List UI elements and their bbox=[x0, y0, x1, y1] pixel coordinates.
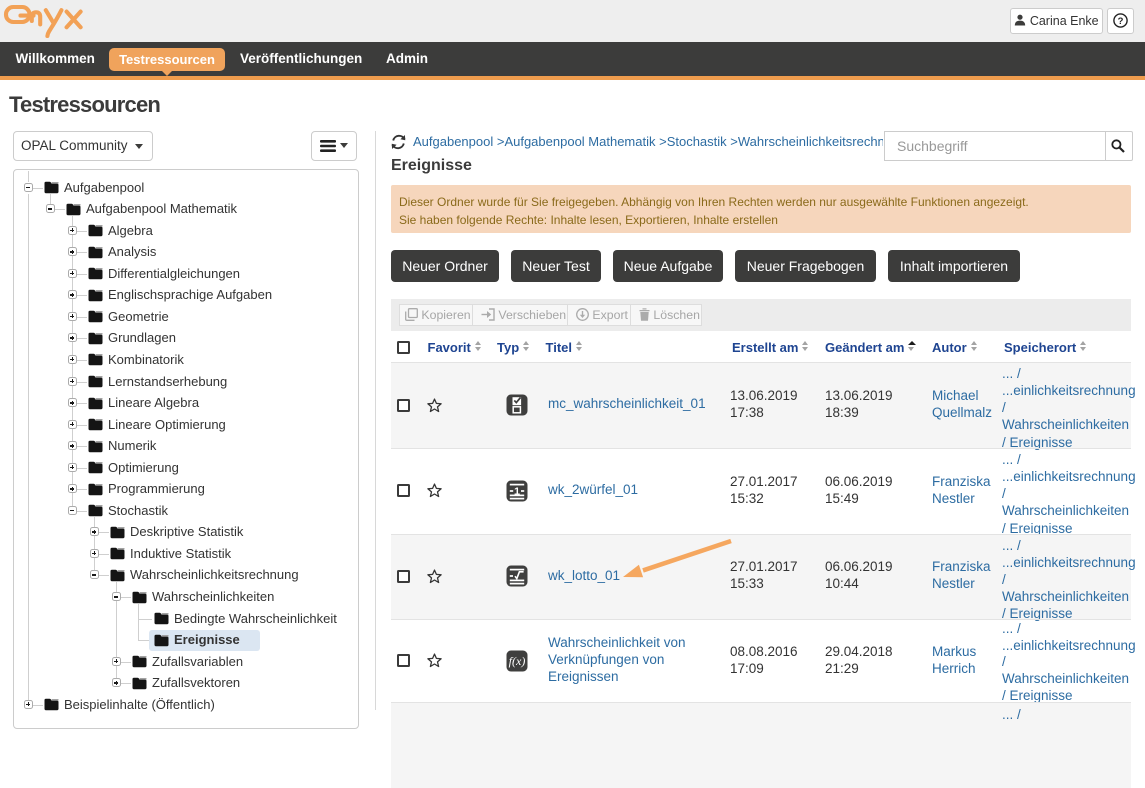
svg-text:?: ? bbox=[1118, 16, 1124, 27]
svg-text:f(x): f(x) bbox=[509, 654, 526, 668]
svg-text:1: 1 bbox=[514, 485, 520, 497]
